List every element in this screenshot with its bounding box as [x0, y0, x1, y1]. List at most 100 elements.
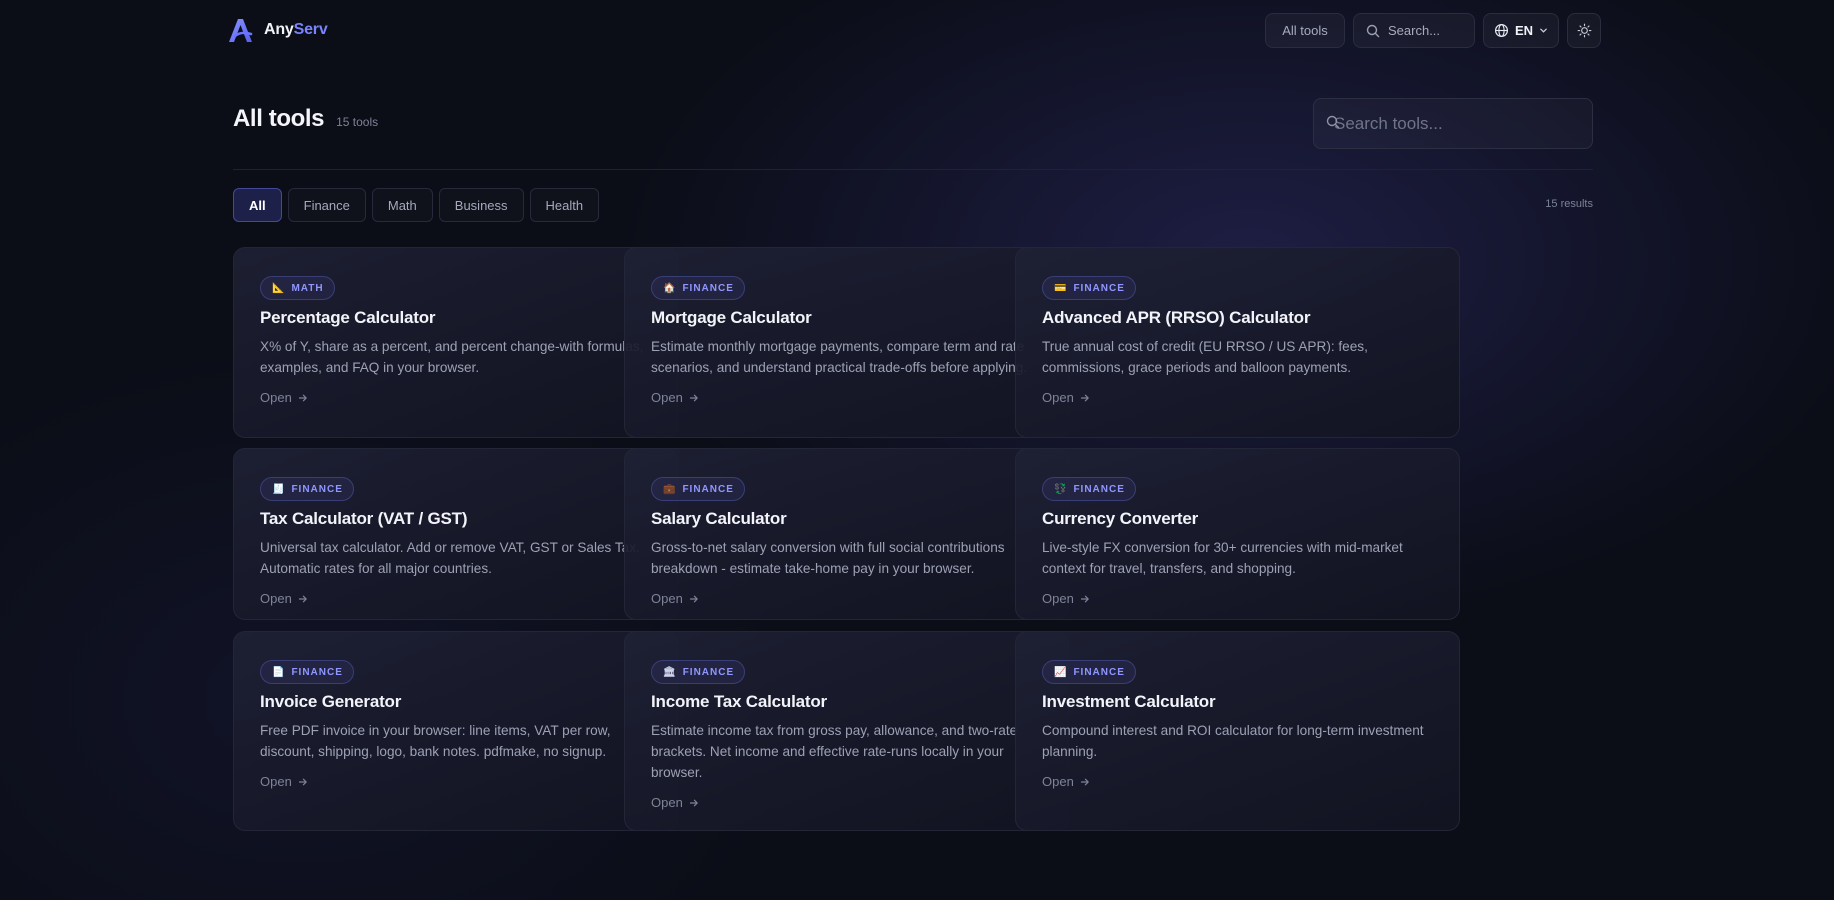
open-label: Open: [260, 591, 292, 606]
category-badge: 🧾 FINANCE: [260, 477, 354, 501]
open-label: Open: [651, 591, 683, 606]
open-link[interactable]: Open: [1042, 390, 1090, 405]
theme-toggle-button[interactable]: [1567, 13, 1601, 48]
open-label: Open: [260, 774, 292, 789]
divider: [233, 169, 1593, 170]
category-icon: 🧾: [272, 483, 286, 495]
header-search-button[interactable]: Search...: [1353, 13, 1475, 48]
tool-card[interactable]: 💼 FINANCE Salary Calculator Gross-to-net sa…: [624, 448, 1069, 620]
top-nav: AnyServ All tools Search... EN: [0, 0, 1834, 60]
filter-chip-health[interactable]: Health: [529, 188, 600, 222]
category-badge: 💼 FINANCE: [651, 477, 745, 501]
category-icon: 💳: [1054, 282, 1068, 294]
card-description: Live-style FX conversion for 30+ currenc…: [1042, 540, 1403, 576]
open-label: Open: [1042, 390, 1074, 405]
all-tools-nav-button[interactable]: All tools: [1265, 13, 1345, 48]
card-description: Free PDF invoice in your browser: line i…: [260, 723, 611, 759]
card-description: Gross-to-net salary conversion with full…: [651, 540, 1005, 576]
language-label: EN: [1515, 23, 1534, 38]
logo-icon: [229, 19, 253, 42]
card-description: True annual cost of credit (EU RRSO / US…: [1042, 339, 1368, 375]
category-badge: 💱 FINANCE: [1042, 477, 1136, 501]
category-icon: 🏠: [663, 282, 677, 294]
arrow-right-icon: [1080, 778, 1089, 785]
tool-card[interactable]: 🏠 FINANCE Mortgage Calculator Estimate mont…: [624, 247, 1069, 438]
open-link[interactable]: Open: [651, 390, 699, 405]
open-link[interactable]: Open: [651, 795, 699, 810]
card-description: X% of Y, share as a percent, and percent…: [260, 339, 644, 375]
tool-card[interactable]: 💳 FINANCE Advanced APR (RRSO) Calculator Tr…: [1015, 247, 1460, 438]
tool-card[interactable]: 🧾 FINANCE Tax Calculator (VAT / GST) Univer…: [233, 448, 678, 620]
arrow-right-icon: [689, 394, 698, 401]
category-icon: 📐: [272, 282, 286, 294]
tools-search-box: [1313, 98, 1593, 149]
category-badge: 📈 FINANCE: [1042, 660, 1136, 684]
arrow-right-icon: [689, 595, 698, 602]
open-link[interactable]: Open: [651, 591, 699, 606]
open-link[interactable]: Open: [1042, 774, 1090, 789]
category-label: MATH: [291, 282, 324, 294]
card-description: Compound interest and ROI calculator for…: [1042, 723, 1424, 759]
category-label: FINANCE: [682, 666, 735, 678]
category-label: FINANCE: [682, 282, 734, 294]
chevron-down-icon: [1540, 28, 1547, 33]
category-icon: 💼: [663, 483, 677, 495]
all-tools-nav-label: All tools: [1282, 23, 1328, 38]
filter-chip-all[interactable]: All: [233, 188, 282, 222]
card-title: Salary Calculator: [651, 509, 787, 528]
filter-chip-math[interactable]: Math: [371, 188, 433, 222]
card-title: Mortgage Calculator: [651, 308, 812, 327]
open-label: Open: [651, 795, 683, 810]
tool-card[interactable]: 💱 FINANCE Currency Converter Live-style FX …: [1015, 448, 1460, 620]
filter-chip-finance[interactable]: Finance: [287, 188, 366, 222]
tool-count: 15 tools: [336, 115, 379, 129]
header-search-placeholder: Search...: [1388, 23, 1441, 38]
open-link[interactable]: Open: [260, 390, 308, 405]
category-badge: 🏠 FINANCE: [651, 276, 745, 300]
card-title: Tax Calculator (VAT / GST): [260, 509, 468, 528]
arrow-right-icon: [298, 595, 307, 602]
tool-card[interactable]: 📐 MATH Percentage Calculator X% of Y, share…: [233, 247, 678, 438]
globe-icon: [1494, 23, 1509, 38]
card-title: Invoice Generator: [260, 692, 402, 711]
open-label: Open: [260, 390, 292, 405]
tool-card[interactable]: 📄 FINANCE Invoice Generator Free PDF invoic…: [233, 631, 678, 831]
category-label: FINANCE: [1073, 483, 1125, 495]
brand-logo-link[interactable]: AnyServ: [226, 16, 328, 44]
tools-search-input[interactable]: [1328, 113, 1578, 134]
category-badge: 💳 FINANCE: [1042, 276, 1136, 300]
category-badge: 📄 FINANCE: [260, 660, 354, 684]
open-link[interactable]: Open: [1042, 591, 1090, 606]
card-description: Estimate monthly mortgage payments, comp…: [651, 339, 1028, 375]
tool-card[interactable]: 🏛 FINANCE Income Tax Calculator Estimate in…: [624, 631, 1069, 831]
card-description: Estimate income tax from gross pay, allo…: [651, 723, 1018, 780]
open-link[interactable]: Open: [260, 774, 308, 789]
card-title: Income Tax Calculator: [651, 692, 827, 711]
category-label: FINANCE: [291, 666, 343, 678]
open-label: Open: [1042, 774, 1074, 789]
page-title: All tools: [233, 105, 325, 132]
card-title: Currency Converter: [1042, 509, 1199, 528]
category-label: FINANCE: [291, 483, 343, 495]
arrow-right-icon: [689, 799, 698, 806]
category-badge: 🏛 FINANCE: [651, 660, 746, 684]
brand-name: AnyServ: [264, 21, 328, 38]
search-icon: [1326, 115, 1340, 129]
arrow-right-icon: [298, 778, 307, 785]
card-title: Percentage Calculator: [260, 308, 436, 327]
arrow-right-icon: [1080, 595, 1089, 602]
category-label: FINANCE: [1073, 666, 1125, 678]
search-icon: [1366, 24, 1380, 37]
results-count: 15 results: [1545, 198, 1593, 210]
filter-chip-business[interactable]: Business: [438, 188, 524, 222]
category-label: FINANCE: [682, 483, 734, 495]
sun-icon: [1577, 23, 1591, 38]
open-link[interactable]: Open: [260, 591, 308, 606]
category-icon: 📈: [1054, 666, 1068, 678]
tool-card[interactable]: 📈 FINANCE Investment Calculator Compound in…: [1015, 631, 1460, 831]
category-icon: 📄: [272, 666, 286, 678]
open-label: Open: [1042, 591, 1074, 606]
category-badge: 📐 MATH: [260, 276, 335, 300]
card-title: Advanced APR (RRSO) Calculator: [1042, 308, 1311, 327]
language-selector[interactable]: EN: [1483, 13, 1559, 48]
